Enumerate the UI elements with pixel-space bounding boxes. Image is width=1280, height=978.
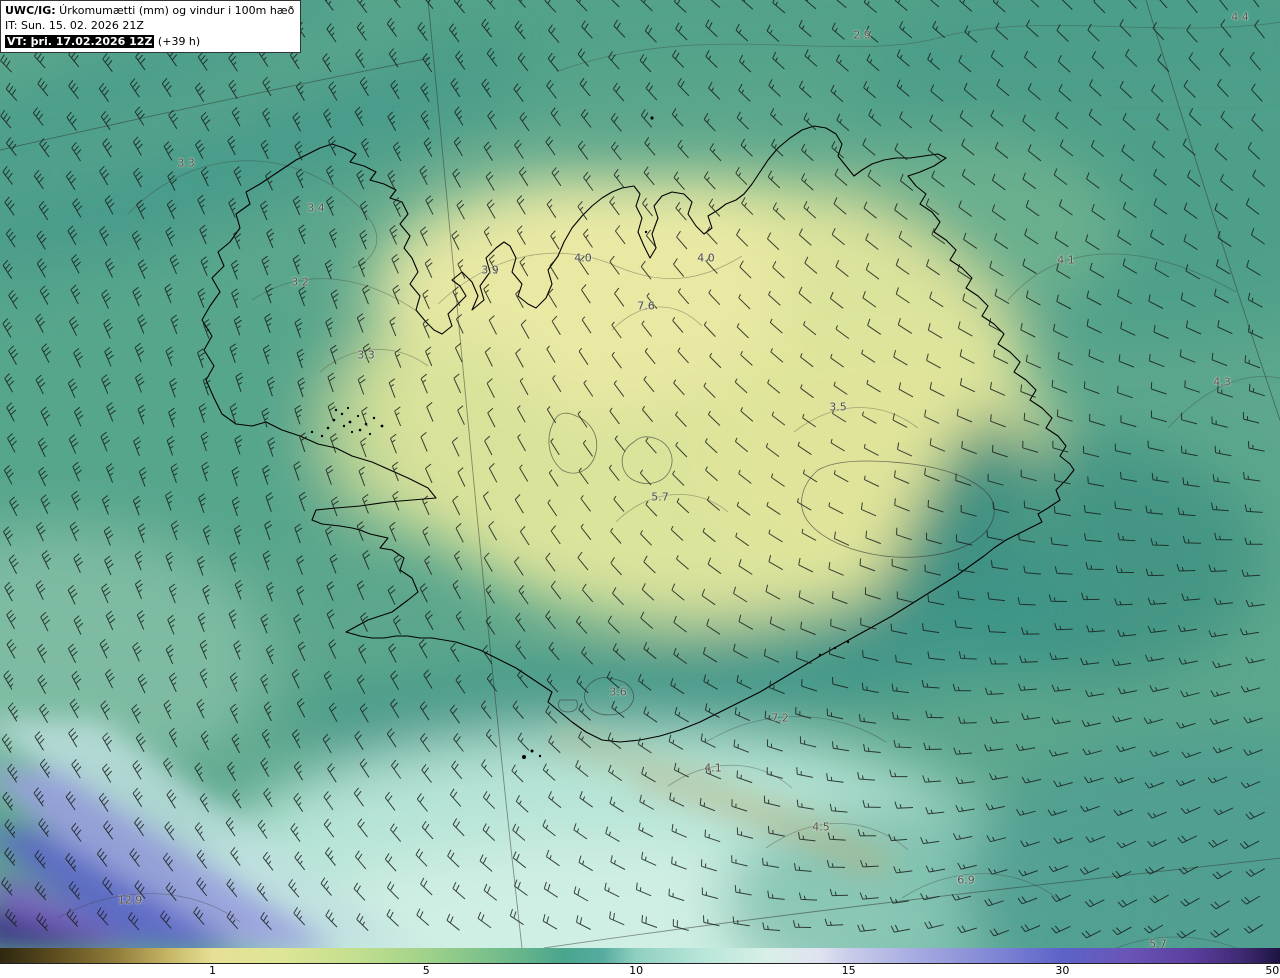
iceland-coastline xyxy=(201,116,1075,759)
wind-barb-glyphs xyxy=(0,0,1266,939)
forecast-lead: (+39 h) xyxy=(154,34,201,48)
legend-tick-labels: 1 5 10 15 30 50 xyxy=(0,948,1280,978)
map-canvas: 2.9 4.4 3.3 3.4 3.2 3.9 4.0 4.0 4.1 4.3 3.3 7.6 3.5 5… xyxy=(0,0,1280,948)
model-name: UWC/IG: xyxy=(5,4,56,17)
valid-time-line: VT: þri. 17.02.2026 12Z (+39 h) xyxy=(5,34,294,49)
map-overlay xyxy=(0,0,1280,948)
valid-time: VT: þri. 17.02.2026 12Z xyxy=(5,34,155,48)
weather-map-page: 2.9 4.4 3.3 3.4 3.2 3.9 4.0 4.0 4.1 4.3 3.3 7.6 3.5 5… xyxy=(0,0,1280,978)
graticule-lines xyxy=(0,0,1280,948)
legend-tick-5: 5 xyxy=(422,964,430,977)
product-title: Úrkomumætti (mm) og vindur i 100m hæð xyxy=(55,4,295,17)
glacier-outlines xyxy=(548,412,995,716)
legend-colorbar: 1 5 10 15 30 50 xyxy=(0,948,1280,978)
legend-tick-1: 1 xyxy=(208,964,216,977)
wind-barbs xyxy=(0,0,1266,939)
legend-tick-30: 30 xyxy=(1055,964,1070,977)
legend-tick-10: 10 xyxy=(629,964,644,977)
legend-tick-50: 50 xyxy=(1265,964,1280,977)
product-title-line: UWC/IG: Úrkomumætti (mm) og vindur i 100… xyxy=(5,3,294,18)
title-box: UWC/IG: Úrkomumætti (mm) og vindur i 100… xyxy=(0,0,302,54)
iceland-outline xyxy=(201,125,1075,743)
legend-tick-15: 15 xyxy=(841,964,856,977)
init-time: IT: Sun. 15. 02. 2026 21Z xyxy=(5,19,144,33)
